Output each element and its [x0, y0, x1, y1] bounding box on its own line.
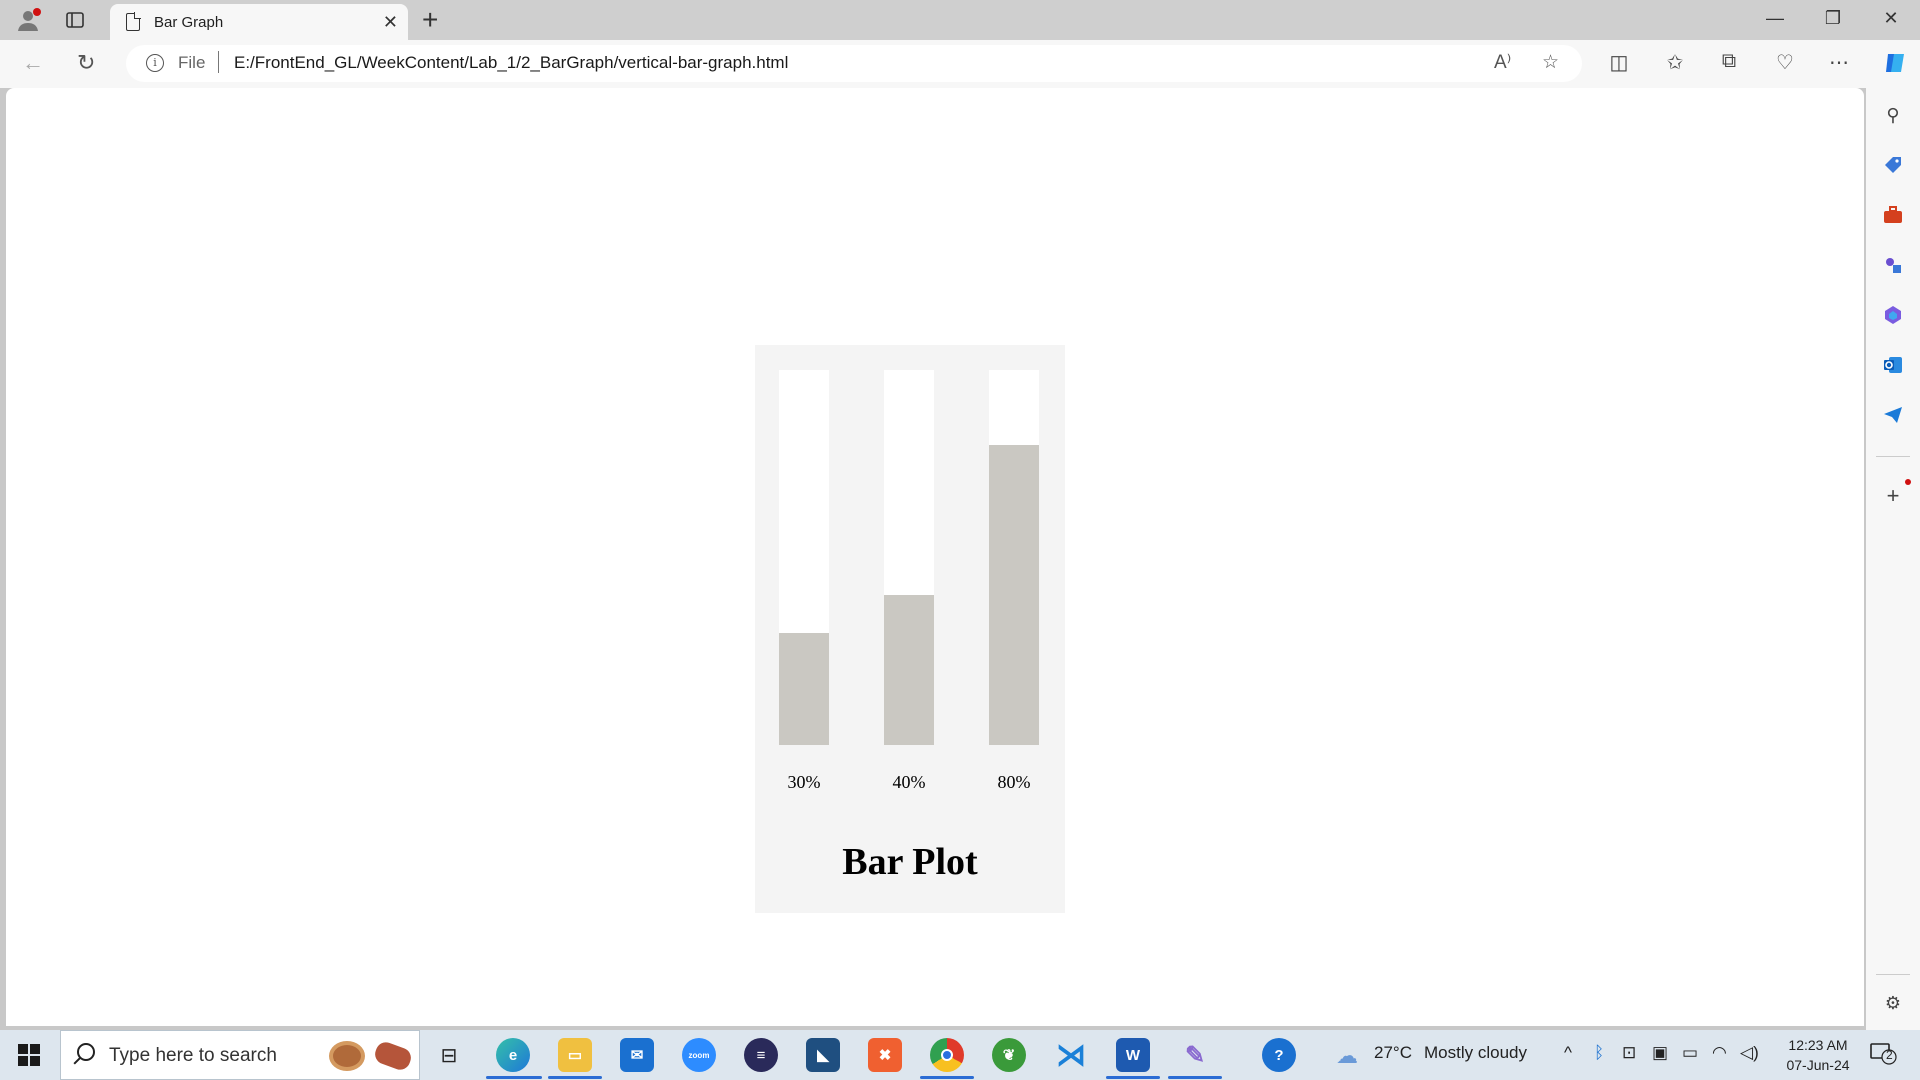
bar-track — [779, 370, 829, 745]
battery-icon[interactable]: ▭ — [1682, 1043, 1698, 1063]
word-icon[interactable]: W — [1116, 1038, 1150, 1072]
collections-icon[interactable]: ⧉ — [1714, 50, 1744, 73]
favorite-star-icon[interactable]: ☆ — [1542, 51, 1559, 74]
screen: Bar Graph ✕ + — ❐ ✕ ← ↻ i File E:/FrontE… — [0, 0, 1920, 1080]
vscode-icon[interactable]: ⋊ — [1054, 1038, 1088, 1072]
task-view-icon[interactable]: ⊟ — [432, 1038, 466, 1072]
edge-active-indicator — [486, 1076, 542, 1079]
profile-icon[interactable] — [14, 6, 42, 34]
minimize-icon[interactable]: — — [1760, 8, 1790, 29]
microsoft-365-icon[interactable] — [1878, 300, 1908, 330]
windows-start-icon[interactable] — [18, 1044, 40, 1066]
bar — [779, 632, 829, 745]
bar — [884, 595, 934, 745]
search-placeholder: Type here to search — [109, 1045, 277, 1066]
bluetooth-icon[interactable]: ᛒ — [1594, 1043, 1604, 1063]
tools-briefcase-icon[interactable] — [1878, 200, 1908, 230]
info-icon[interactable]: i — [146, 54, 164, 72]
notifications-icon[interactable]: 2 — [1870, 1042, 1898, 1071]
mail-icon[interactable]: ✉ — [620, 1038, 654, 1072]
spring-tool-icon[interactable]: ❦ — [992, 1038, 1026, 1072]
zoom-icon[interactable]: zoom — [682, 1038, 716, 1072]
read-aloud-icon[interactable]: A⁾ — [1494, 51, 1511, 74]
refresh-icon[interactable]: ↻ — [77, 50, 95, 76]
add-sidebar-app-icon[interactable]: + — [1878, 481, 1908, 511]
address-prefix: File — [178, 53, 206, 72]
games-icon[interactable] — [1878, 250, 1908, 280]
restore-icon[interactable]: ❐ — [1818, 8, 1848, 29]
sidebar-divider — [1876, 456, 1910, 457]
notification-count: 2 — [1886, 1048, 1893, 1062]
chrome-icon[interactable] — [930, 1038, 964, 1072]
volume-icon[interactable]: ◁) — [1740, 1043, 1759, 1063]
bar-track — [989, 370, 1039, 745]
split-screen-icon[interactable]: ◫ — [1604, 50, 1634, 75]
shopping-tag-icon[interactable] — [1878, 150, 1908, 180]
copilot-icon[interactable] — [1880, 50, 1910, 82]
tab-actions-icon[interactable] — [61, 6, 89, 34]
tab-bar-graph[interactable]: Bar Graph ✕ — [110, 4, 408, 40]
new-tab-icon[interactable]: + — [422, 4, 438, 36]
security-icon[interactable]: ▣ — [1652, 1043, 1668, 1063]
help-icon[interactable]: ? — [1262, 1038, 1296, 1072]
file-explorer-icon[interactable]: ▭ — [558, 1038, 592, 1072]
more-menu-icon[interactable]: ⋯ — [1824, 50, 1854, 75]
bar-track — [884, 370, 934, 745]
search-icon — [77, 1043, 95, 1061]
tab-title: Bar Graph — [154, 13, 224, 31]
close-window-icon[interactable]: ✕ — [1876, 8, 1906, 29]
xampp-icon[interactable]: ✖ — [868, 1038, 902, 1072]
show-hidden-icons-chevron-icon[interactable]: ^ — [1564, 1043, 1572, 1063]
favorites-icon[interactable]: ✩ — [1660, 50, 1690, 75]
browser-essentials-icon[interactable]: ♡ — [1770, 50, 1800, 75]
bar — [989, 445, 1039, 745]
time-text: 12:23 AM — [1788, 1037, 1848, 1053]
search-highlight-bread-icon[interactable] — [372, 1039, 414, 1073]
bar-label: 40% — [892, 772, 926, 792]
paint-icon[interactable]: ✎ — [1178, 1038, 1212, 1072]
send-icon[interactable] — [1878, 400, 1908, 430]
url-text[interactable]: E:/FrontEnd_GL/WeekContent/Lab_1/2_BarGr… — [234, 53, 788, 73]
search-highlight-donut-icon[interactable] — [329, 1041, 365, 1071]
sidebar-divider-bottom — [1876, 974, 1910, 975]
explorer-active-indicator — [548, 1076, 602, 1079]
address-separator — [218, 51, 219, 73]
address-bar[interactable]: i File E:/FrontEnd_GL/WeekContent/Lab_1/… — [126, 45, 1582, 82]
wifi-icon[interactable]: ◠ — [1712, 1043, 1727, 1063]
close-tab-icon[interactable]: ✕ — [383, 12, 398, 33]
outlook-icon[interactable] — [1878, 350, 1908, 380]
weather-description[interactable]: Mostly cloudy — [1424, 1043, 1527, 1063]
bar-graph-panel: 30% 40% 80% Bar Plot — [755, 345, 1065, 913]
notification-dot — [1905, 479, 1911, 485]
chart-title: Bar Plot — [842, 841, 978, 883]
meet-now-icon[interactable]: ⊡ — [1622, 1043, 1636, 1063]
sidebar-search-icon[interactable]: ⚲ — [1878, 100, 1908, 130]
paint-active-indicator — [1168, 1076, 1222, 1079]
taskbar-search-box[interactable]: Type here to search — [60, 1030, 420, 1080]
weather-temp[interactable]: 27°C — [1374, 1043, 1412, 1063]
eclipse-icon[interactable]: ≡ — [744, 1038, 778, 1072]
chrome-active-indicator — [920, 1076, 974, 1079]
clock[interactable]: 12:23 AM 07-Jun-24 — [1776, 1035, 1860, 1075]
word-active-indicator — [1106, 1076, 1160, 1079]
back-icon[interactable]: ← — [22, 50, 44, 76]
mysql-workbench-icon[interactable]: ◣ — [806, 1038, 840, 1072]
page-icon — [126, 12, 141, 31]
bar-label: 80% — [997, 772, 1031, 792]
weather-cloud-icon[interactable]: ☁ — [1336, 1043, 1358, 1069]
bar-label: 30% — [787, 772, 821, 792]
web-page: 30% 40% 80% Bar Plot — [6, 88, 1864, 1026]
edge-app-icon[interactable]: e — [496, 1038, 530, 1072]
date-text: 07-Jun-24 — [1786, 1057, 1850, 1073]
sidebar-settings-gear-icon[interactable]: ⚙ — [1878, 988, 1908, 1018]
